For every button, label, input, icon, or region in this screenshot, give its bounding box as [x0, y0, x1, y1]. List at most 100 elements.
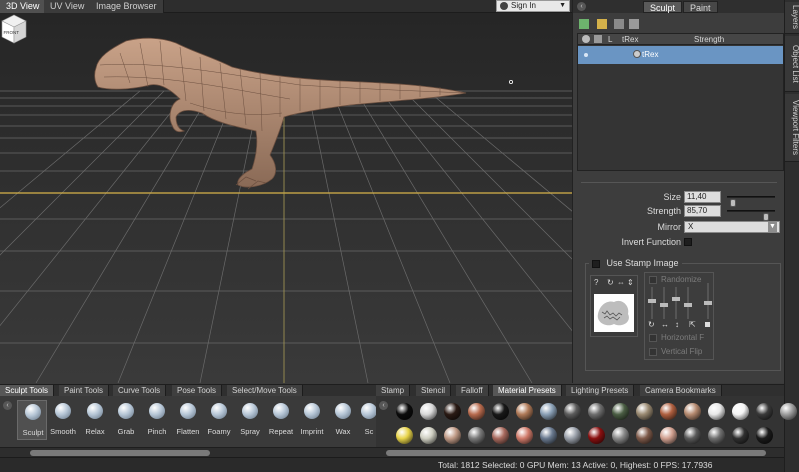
material-swatch[interactable]	[492, 403, 509, 420]
strength-input[interactable]: 85,70	[684, 205, 721, 217]
help-icon[interactable]: ?	[594, 278, 598, 287]
stop-icon[interactable]	[705, 322, 710, 327]
slider-knob-2[interactable]	[660, 303, 668, 307]
eye-icon[interactable]	[582, 35, 590, 43]
column-name[interactable]: tRex	[622, 34, 638, 45]
flip-horizontal-icon[interactable]: ⇔	[617, 278, 625, 287]
tab-sculpt[interactable]: Sculpt	[643, 1, 683, 13]
visibility-icon[interactable]	[594, 35, 602, 43]
3d-viewport[interactable]: FRONT	[0, 13, 572, 383]
column-strength[interactable]: Strength	[694, 34, 724, 45]
material-swatch[interactable]	[564, 427, 581, 444]
arrows-vertical-icon[interactable]: ↕	[675, 320, 679, 329]
tool-flatten[interactable]: Flatten	[173, 400, 203, 440]
strength-slider[interactable]	[727, 210, 775, 221]
arrows-horizontal-icon[interactable]: ↔	[661, 320, 669, 329]
material-swatch[interactable]	[708, 403, 725, 420]
material-swatch[interactable]	[636, 403, 653, 420]
vertical-flip-checkbox[interactable]	[649, 348, 657, 356]
scroll-left-icon[interactable]: ‹	[379, 401, 388, 410]
delete-icon[interactable]	[614, 19, 624, 29]
side-tab-layers[interactable]: Layers	[785, 2, 799, 34]
material-swatch[interactable]	[660, 427, 677, 444]
rotate-icon[interactable]: ↻	[648, 320, 655, 329]
material-swatch[interactable]	[540, 403, 557, 420]
tool-sculpt[interactable]: Sculpt	[17, 400, 47, 440]
material-swatch[interactable]	[732, 427, 749, 444]
material-swatch[interactable]	[444, 403, 461, 420]
mirror-select[interactable]: X ▼	[684, 221, 780, 233]
material-swatch[interactable]	[444, 427, 461, 444]
tool-repeat[interactable]: Repeat	[266, 400, 296, 440]
size-input[interactable]: 11,40	[684, 191, 721, 203]
randomize-checkbox[interactable]	[649, 276, 657, 284]
tools-scrollbar-thumb[interactable]	[30, 450, 210, 456]
slider-knob-4[interactable]	[684, 303, 692, 307]
flip-vertical-icon[interactable]: ⇕	[627, 278, 634, 287]
tool-grab[interactable]: Grab	[111, 400, 141, 440]
material-swatch[interactable]	[684, 403, 701, 420]
tools-scrollbar[interactable]	[0, 447, 376, 457]
material-swatch[interactable]	[396, 427, 413, 444]
material-swatch[interactable]	[516, 427, 533, 444]
palette-scrollbar[interactable]	[376, 447, 784, 457]
slider-knob-1[interactable]	[648, 299, 656, 303]
tool-scrape[interactable]: Sc	[354, 400, 376, 440]
slider-knob-5[interactable]	[704, 301, 712, 305]
material-swatch[interactable]	[492, 427, 509, 444]
material-swatch[interactable]	[516, 403, 533, 420]
folder-icon[interactable]	[597, 19, 607, 29]
material-swatch[interactable]	[636, 427, 653, 444]
material-swatch[interactable]	[732, 403, 749, 420]
material-swatch[interactable]	[588, 427, 605, 444]
material-swatch[interactable]	[684, 427, 701, 444]
tool-smooth[interactable]: Smooth	[48, 400, 78, 440]
material-swatch[interactable]	[420, 403, 437, 420]
view-cube[interactable]: FRONT	[0, 13, 28, 45]
material-swatch[interactable]	[468, 427, 485, 444]
material-swatch[interactable]	[756, 403, 773, 420]
tab-3d-view[interactable]: 3D View	[0, 0, 47, 13]
horizontal-flip-checkbox[interactable]	[649, 334, 657, 342]
panel-back-icon[interactable]: ‹	[577, 2, 586, 11]
add-layer-icon[interactable]	[579, 19, 589, 29]
stamp-preview[interactable]: ? ↻ ⇔ ⇕	[590, 275, 638, 337]
material-swatch[interactable]	[420, 427, 437, 444]
column-lock[interactable]: L	[608, 34, 612, 45]
tool-spray[interactable]: Spray	[235, 400, 265, 440]
side-tab-viewport-filters[interactable]: Viewport Filters	[785, 94, 799, 162]
object-row-trex[interactable]: tRex	[578, 46, 783, 64]
layer-settings-icon[interactable]	[629, 19, 639, 29]
material-swatch[interactable]	[540, 427, 557, 444]
material-swatch[interactable]	[612, 427, 629, 444]
tool-imprint[interactable]: Imprint	[297, 400, 327, 440]
tab-paint[interactable]: Paint	[683, 1, 718, 13]
tool-relax[interactable]: Relax	[80, 400, 110, 440]
material-swatch[interactable]	[564, 403, 581, 420]
export-icon[interactable]: ⇱	[689, 320, 696, 329]
rotate-icon[interactable]: ↻	[607, 278, 614, 287]
tool-foamy[interactable]: Foamy	[204, 400, 234, 440]
material-swatch[interactable]	[588, 403, 605, 420]
side-tab-object-list[interactable]: Object List	[785, 36, 799, 92]
tool-pinch[interactable]: Pinch	[142, 400, 172, 440]
sculpt-tools-strip: ‹ Sculpt Smooth Relax Grab Pinch Flatten…	[0, 396, 376, 444]
slider-knob-3[interactable]	[672, 297, 680, 301]
palette-scrollbar-thumb[interactable]	[386, 450, 766, 456]
material-swatch[interactable]	[660, 403, 677, 420]
material-swatch[interactable]	[468, 403, 485, 420]
scroll-left-icon[interactable]: ‹	[3, 401, 12, 410]
material-swatch[interactable]	[396, 403, 413, 420]
invert-checkbox[interactable]	[684, 238, 692, 246]
material-swatch[interactable]	[780, 403, 797, 420]
tab-uv-view[interactable]: UV View	[44, 0, 92, 13]
material-swatch[interactable]	[708, 427, 725, 444]
size-slider[interactable]	[727, 196, 775, 207]
tab-image-browser[interactable]: Image Browser	[90, 0, 164, 13]
visible-dot-icon[interactable]	[584, 53, 588, 57]
sign-in-dropdown[interactable]: Sign In ▼	[496, 0, 570, 12]
use-stamp-checkbox[interactable]	[592, 259, 600, 268]
material-swatch[interactable]	[612, 403, 629, 420]
strength-slider-handle[interactable]	[763, 213, 769, 221]
material-swatch[interactable]	[756, 427, 773, 444]
